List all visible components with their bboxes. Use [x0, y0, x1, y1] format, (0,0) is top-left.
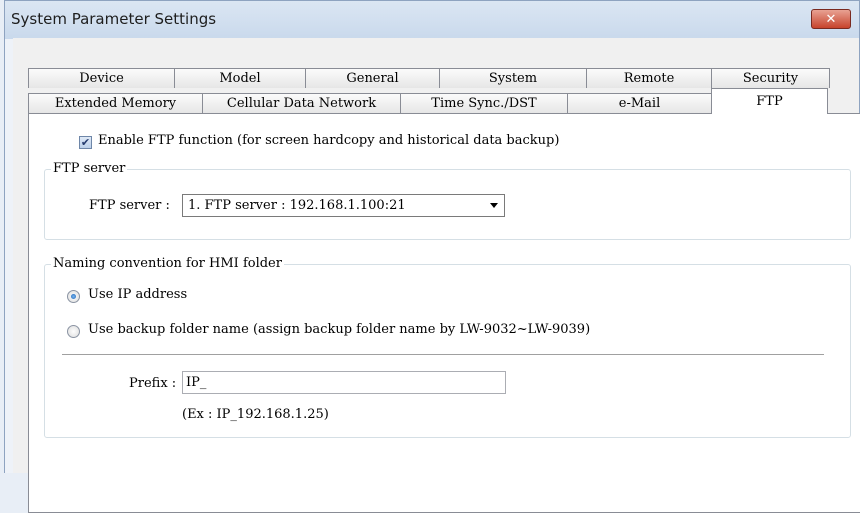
tab-remote[interactable]: Remote: [586, 68, 712, 88]
use-backup-folder-label: Use backup folder name (assign backup fo…: [88, 322, 591, 337]
tab-system[interactable]: System: [439, 68, 587, 88]
dialog-window: System Parameter Settings ✕ Device Model…: [4, 0, 860, 513]
prefix-input-value: IP_: [186, 375, 207, 390]
checkmark-icon: ✔: [80, 136, 91, 149]
tab-general[interactable]: General: [305, 68, 440, 88]
tab-model[interactable]: Model: [174, 68, 306, 88]
ftp-server-selected-value: 1. FTP server : 192.168.1.100:21: [188, 198, 406, 213]
tab-cellular-data-network[interactable]: Cellular Data Network: [202, 93, 401, 113]
use-ip-address-label: Use IP address: [88, 287, 188, 302]
tab-ftp[interactable]: FTP: [711, 88, 828, 114]
tab-device[interactable]: Device: [28, 68, 175, 88]
tab-email[interactable]: e-Mail: [567, 93, 712, 113]
use-ip-address-radio[interactable]: [67, 290, 80, 303]
enable-ftp-checkbox[interactable]: ✔: [79, 136, 92, 149]
tab-security[interactable]: Security: [711, 68, 830, 88]
window-title: System Parameter Settings: [11, 10, 217, 28]
tab-row-back: Device Model General System Remote Secur…: [28, 68, 830, 88]
title-bar[interactable]: System Parameter Settings ✕: [5, 1, 859, 39]
dialog-client-area: Device Model General System Remote Secur…: [13, 38, 860, 513]
close-button[interactable]: ✕: [811, 9, 851, 29]
naming-convention-group-title: Naming convention for HMI folder: [51, 256, 284, 271]
ftp-server-group: FTP server FTP server : 1. FTP server : …: [44, 161, 851, 240]
tab-time-sync-dst[interactable]: Time Sync./DST: [400, 93, 568, 113]
chevron-down-icon: [490, 203, 498, 208]
close-icon: ✕: [825, 11, 837, 27]
separator: [62, 354, 824, 355]
tab-extended-memory[interactable]: Extended Memory: [28, 93, 203, 113]
prefix-input[interactable]: IP_: [182, 371, 506, 394]
naming-convention-group: Naming convention for HMI folder Use IP …: [44, 256, 851, 438]
prefix-label: Prefix :: [129, 376, 177, 391]
prefix-example: (Ex : IP_192.168.1.25): [182, 407, 329, 422]
use-backup-folder-radio[interactable]: [67, 325, 80, 338]
ftp-server-group-title: FTP server: [51, 161, 128, 176]
enable-ftp-label: Enable FTP function (for screen hardcopy…: [98, 133, 560, 148]
ftp-server-label: FTP server :: [89, 198, 170, 213]
ftp-tab-panel: ✔ Enable FTP function (for screen hardco…: [28, 113, 860, 513]
tab-row-front: Extended Memory Cellular Data Network Ti…: [28, 88, 828, 114]
ftp-server-select[interactable]: 1. FTP server : 192.168.1.100:21: [182, 194, 505, 217]
